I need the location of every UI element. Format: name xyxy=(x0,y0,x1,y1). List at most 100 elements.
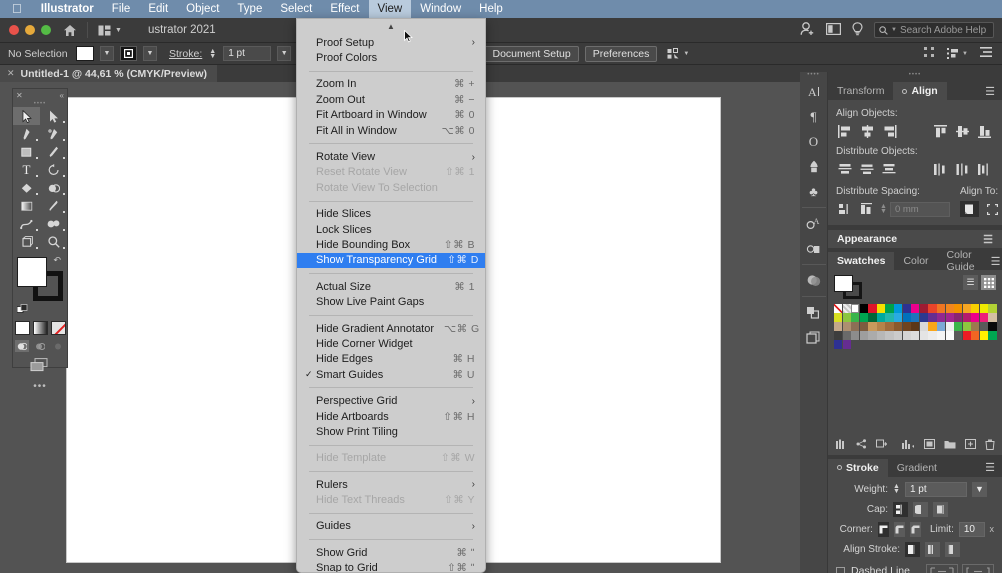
direct-selection-tool[interactable] xyxy=(40,107,67,125)
zoom-tool[interactable] xyxy=(40,233,67,251)
edit-toolbar-icon[interactable]: ••• xyxy=(13,381,67,392)
maximize-window-button[interactable] xyxy=(41,25,51,35)
swatch[interactable] xyxy=(945,304,954,313)
menu-item[interactable]: Show Print Tiling xyxy=(297,424,485,439)
swatch[interactable] xyxy=(894,321,903,331)
workspace-switcher-icon[interactable] xyxy=(826,22,842,38)
swatch[interactable] xyxy=(936,304,946,313)
menu-item[interactable]: Lock Slices xyxy=(297,222,485,237)
curvature-tool[interactable] xyxy=(40,125,67,143)
discover-bulb-icon[interactable] xyxy=(852,21,863,39)
tab-swatches[interactable]: Swatches xyxy=(828,252,895,270)
swatch[interactable] xyxy=(885,330,894,340)
align-bottom-icon[interactable] xyxy=(975,123,994,139)
swatch[interactable] xyxy=(902,321,911,331)
swatch[interactable] xyxy=(851,312,860,322)
swatch[interactable] xyxy=(988,312,997,322)
artboards-panel-icon[interactable] xyxy=(800,325,828,350)
menu-item[interactable]: Zoom Out ⌘ − xyxy=(297,92,485,107)
swatch[interactable] xyxy=(842,321,851,331)
menu-item[interactable]: Rotate View › xyxy=(297,149,485,164)
spacing-stepper[interactable]: ▲ ▼ xyxy=(880,203,887,215)
align-icon[interactable]: ▼ xyxy=(947,48,968,59)
pen-tool[interactable] xyxy=(13,125,40,143)
weight-stepper[interactable]: ▲ ▼ xyxy=(893,483,900,495)
distribute-vertical-space-icon[interactable] xyxy=(836,201,855,217)
color-guide-icon[interactable] xyxy=(876,439,888,451)
swatch[interactable] xyxy=(894,312,903,322)
swatch[interactable] xyxy=(842,330,851,340)
grid-view-icon[interactable] xyxy=(981,275,996,290)
swatch[interactable] xyxy=(954,321,963,331)
swatch[interactable] xyxy=(936,330,946,340)
swatch[interactable] xyxy=(928,312,937,322)
swatch[interactable] xyxy=(945,321,954,331)
paintbrush-tool[interactable] xyxy=(40,143,67,161)
menu-item[interactable]: Hide Corner Widget xyxy=(297,336,485,351)
chevron-down-icon[interactable]: ▼ xyxy=(115,27,122,34)
distribute-vertical-bottom-icon[interactable] xyxy=(880,161,899,177)
menu-type[interactable]: Type xyxy=(228,0,271,18)
swatch[interactable] xyxy=(911,321,920,331)
stroke-weight-chevron-down-icon[interactable]: ▼ xyxy=(277,46,292,61)
gradient-mode[interactable] xyxy=(32,321,48,335)
swatch[interactable] xyxy=(988,330,997,340)
close-tab-icon[interactable]: ✕ xyxy=(7,68,15,79)
menu-item[interactable]: Hide Gradient Annotator ⌥⌘ G xyxy=(297,321,485,336)
panel-menu-icon[interactable]: ☰ xyxy=(978,459,1002,477)
rectangle-tool[interactable] xyxy=(13,143,40,161)
menu-item[interactable]: Hide Bounding Box ⇧⌘ B xyxy=(297,237,485,252)
selection-tool[interactable] xyxy=(13,107,40,125)
select-similar-icon[interactable]: ▼ xyxy=(667,47,689,60)
swatch[interactable] xyxy=(868,312,877,322)
menu-item[interactable]: Show Live Paint Gaps xyxy=(297,294,485,309)
document-setup-button[interactable]: Document Setup xyxy=(484,45,579,62)
align-top-icon[interactable] xyxy=(931,123,950,139)
stroke-weight-value[interactable]: 1 pt xyxy=(904,481,967,497)
show-color-group-icon[interactable] xyxy=(856,439,867,451)
close-window-button[interactable] xyxy=(9,25,19,35)
align-to-key-object-icon[interactable] xyxy=(983,201,1002,217)
stroke-color-swatch[interactable] xyxy=(120,46,137,61)
menu-item[interactable]: Show Grid ⌘ ʺ xyxy=(297,545,485,560)
glyphs-panel-icon[interactable]: O xyxy=(800,129,828,154)
panel-menu-icon[interactable]: ☰ xyxy=(984,252,1002,270)
swatch[interactable] xyxy=(876,304,886,313)
swatch[interactable] xyxy=(902,330,911,340)
menu-item[interactable]: Actual Size ⌘ 1 xyxy=(297,279,485,294)
arrange-documents-icon[interactable]: ▼ xyxy=(88,25,132,36)
fill-color-swatch[interactable] xyxy=(76,46,94,61)
dashed-line-checkbox[interactable] xyxy=(836,566,845,573)
view-menu-dropdown[interactable]: ▲ Proof Setup › Proof Colors Zoom In ⌘ + Zoom… xyxy=(296,18,486,573)
menu-item[interactable]: Proof Colors xyxy=(297,50,485,65)
swatch[interactable] xyxy=(911,312,920,322)
stroke-center-icon[interactable] xyxy=(905,541,920,557)
menu-item[interactable]: Rulers › xyxy=(297,477,485,492)
miter-join-icon[interactable] xyxy=(877,521,889,537)
dash-fit-icon[interactable] xyxy=(962,563,994,573)
swatch[interactable] xyxy=(962,312,971,322)
swatch[interactable] xyxy=(954,304,963,313)
swatch[interactable] xyxy=(928,321,937,331)
spacing-value-field[interactable]: 0 mm xyxy=(889,201,950,217)
swatch[interactable] xyxy=(834,330,843,340)
swatch[interactable] xyxy=(842,339,851,349)
swatch[interactable] xyxy=(928,304,937,313)
swatch[interactable] xyxy=(945,312,954,322)
swatches-fill-stroke[interactable] xyxy=(834,275,862,299)
menu-object[interactable]: Object xyxy=(177,0,228,18)
weight-chevron-down-icon[interactable]: ▼ xyxy=(971,481,987,497)
distribute-vertical-center-icon[interactable] xyxy=(858,161,877,177)
appearance-panel-icon[interactable]: A xyxy=(800,211,828,236)
swatch[interactable] xyxy=(868,304,877,313)
swatch[interactable] xyxy=(911,304,920,313)
fill-dropdown-chevron-down-icon[interactable]: ▼ xyxy=(100,46,114,61)
swatch[interactable] xyxy=(911,330,920,340)
stroke-dropdown-chevron-down-icon[interactable]: ▼ xyxy=(143,46,157,61)
align-horizontal-center-icon[interactable] xyxy=(858,123,877,139)
home-icon[interactable] xyxy=(63,24,77,37)
tab-gradient[interactable]: Gradient xyxy=(887,458,946,477)
shape-builder-tool[interactable] xyxy=(40,179,67,197)
swatch[interactable] xyxy=(851,304,860,313)
stroke-inside-icon[interactable] xyxy=(925,541,940,557)
